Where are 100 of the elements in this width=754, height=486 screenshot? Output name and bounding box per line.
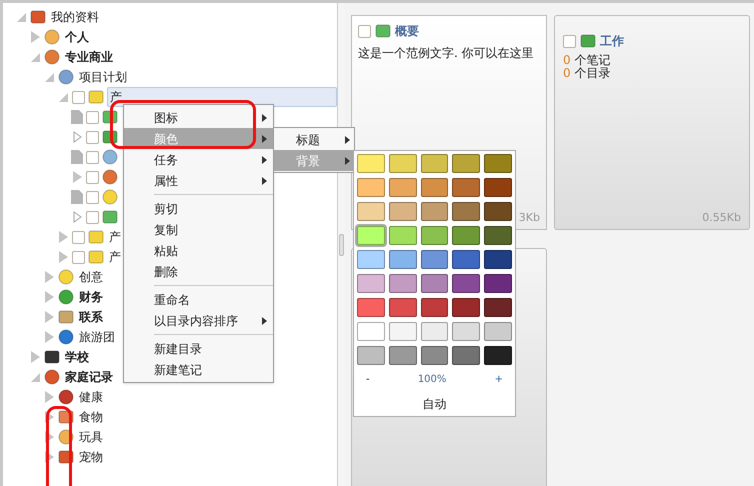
color-swatch[interactable] <box>357 274 385 293</box>
tree-item[interactable]: 项目计划 <box>77 68 129 86</box>
menu-item[interactable]: 复制 <box>124 219 273 240</box>
color-swatch[interactable] <box>388 250 417 269</box>
decrease-button[interactable]: - <box>366 372 370 386</box>
expanded-triangle-icon[interactable] <box>16 12 26 22</box>
color-swatch[interactable] <box>388 346 417 365</box>
color-swatch[interactable] <box>484 178 512 197</box>
color-swatch[interactable] <box>420 274 448 293</box>
increase-button[interactable]: + <box>494 372 503 386</box>
color-swatch[interactable] <box>452 226 480 245</box>
tree-item[interactable]: 旅游团 <box>77 328 117 346</box>
color-swatch[interactable] <box>484 298 512 317</box>
menu-item[interactable]: 剪切 <box>124 198 273 219</box>
menu-item[interactable]: 图标 <box>124 107 273 128</box>
expanded-triangle-icon[interactable] <box>30 372 40 382</box>
menu-item[interactable]: 标题 <box>274 129 354 150</box>
tree-item[interactable]: 宠物 <box>77 448 105 466</box>
tree-item[interactable]: 产 <box>107 228 123 246</box>
color-swatch[interactable] <box>420 298 448 317</box>
color-swatch[interactable] <box>357 250 385 269</box>
color-swatch[interactable] <box>388 322 417 341</box>
menu-item[interactable]: 属性 <box>124 170 273 191</box>
collapsed-triangle-icon[interactable] <box>44 411 54 423</box>
auto-button[interactable]: 自动 <box>356 392 513 416</box>
color-swatch[interactable] <box>452 178 480 197</box>
tree-item[interactable]: 玩具 <box>77 428 105 446</box>
color-swatch[interactable] <box>357 298 385 317</box>
tree-item[interactable]: 创意 <box>77 268 105 286</box>
color-swatch[interactable] <box>420 250 448 269</box>
color-swatch[interactable] <box>452 298 480 317</box>
expanded-triangle-icon[interactable] <box>30 52 40 62</box>
count-line: 0 个目录 <box>563 67 612 80</box>
color-swatch[interactable] <box>388 154 417 173</box>
menu-item[interactable]: 以目录内容排序 <box>124 310 273 331</box>
color-swatch[interactable] <box>452 202 480 221</box>
hollow-triangle-icon[interactable] <box>72 211 82 223</box>
checkbox[interactable] <box>86 210 99 224</box>
folder-card[interactable]: 工作 0 个笔记 0 个目录 0.55Kb <box>554 15 750 230</box>
checkbox[interactable] <box>86 190 99 204</box>
menu-item[interactable]: 重命名 <box>124 289 273 310</box>
tree-item[interactable]: 联系 <box>77 308 105 326</box>
collapsed-triangle-icon[interactable] <box>44 431 54 443</box>
color-swatch[interactable] <box>420 346 448 365</box>
expanded-triangle-icon[interactable] <box>44 72 54 82</box>
menu-item[interactable]: 新建目录 <box>124 338 273 359</box>
color-swatch[interactable] <box>452 346 480 365</box>
color-swatch[interactable] <box>357 178 385 197</box>
color-swatch[interactable] <box>452 322 480 341</box>
menu-item[interactable]: 新建笔记 <box>124 359 273 380</box>
color-swatch[interactable] <box>357 154 385 173</box>
color-swatch[interactable] <box>388 298 417 317</box>
checkbox[interactable] <box>86 130 99 144</box>
color-swatch[interactable] <box>357 322 385 341</box>
expanded-triangle-icon[interactable] <box>58 92 68 102</box>
color-swatch[interactable] <box>357 346 385 365</box>
collapsed-triangle-icon[interactable] <box>44 451 54 463</box>
tree-item[interactable]: 专业商业 <box>63 48 115 66</box>
color-swatch[interactable] <box>484 202 512 221</box>
color-swatch[interactable] <box>452 154 480 173</box>
color-swatch[interactable] <box>484 346 512 365</box>
menu-item[interactable]: 删除 <box>124 261 273 282</box>
checkbox[interactable] <box>72 250 85 264</box>
checkbox[interactable] <box>563 34 576 48</box>
color-swatch[interactable] <box>484 322 512 341</box>
scrollbar[interactable] <box>337 3 345 486</box>
color-swatch[interactable] <box>388 274 417 293</box>
tree-item[interactable]: 个人 <box>63 28 91 46</box>
tree-item[interactable]: 家庭记录 <box>63 368 115 386</box>
tree-item[interactable]: 产 <box>107 248 123 266</box>
tree-item[interactable]: 财务 <box>77 288 105 306</box>
color-swatch[interactable] <box>452 250 480 269</box>
color-swatch[interactable] <box>484 250 512 269</box>
checkbox[interactable] <box>358 24 371 38</box>
tree-item[interactable]: 我的资料 <box>49 8 101 26</box>
checkbox[interactable] <box>86 110 99 124</box>
color-swatch[interactable] <box>420 226 448 245</box>
color-swatch[interactable] <box>420 202 448 221</box>
color-swatch[interactable] <box>452 274 480 293</box>
color-swatch[interactable] <box>484 154 512 173</box>
tree-item[interactable]: 健康 <box>77 388 105 406</box>
color-swatch[interactable] <box>420 178 448 197</box>
checkbox[interactable] <box>86 150 99 164</box>
checkbox[interactable] <box>86 170 99 184</box>
color-swatch[interactable] <box>388 226 417 245</box>
checkbox[interactable] <box>72 90 85 104</box>
checkbox[interactable] <box>72 230 85 244</box>
color-swatch[interactable] <box>484 274 512 293</box>
color-swatch[interactable] <box>420 154 448 173</box>
menu-item[interactable]: 任务 <box>124 149 273 170</box>
tree-item[interactable]: 食物 <box>77 408 105 426</box>
color-swatch[interactable] <box>388 178 417 197</box>
color-swatch[interactable] <box>357 202 385 221</box>
color-swatch[interactable] <box>388 202 417 221</box>
color-swatch[interactable] <box>484 226 512 245</box>
menu-item[interactable]: 粘贴 <box>124 240 273 261</box>
hollow-triangle-icon[interactable] <box>72 131 82 143</box>
color-swatch[interactable] <box>420 322 448 341</box>
tree-item[interactable]: 学校 <box>63 348 91 366</box>
color-swatch[interactable] <box>357 226 385 245</box>
